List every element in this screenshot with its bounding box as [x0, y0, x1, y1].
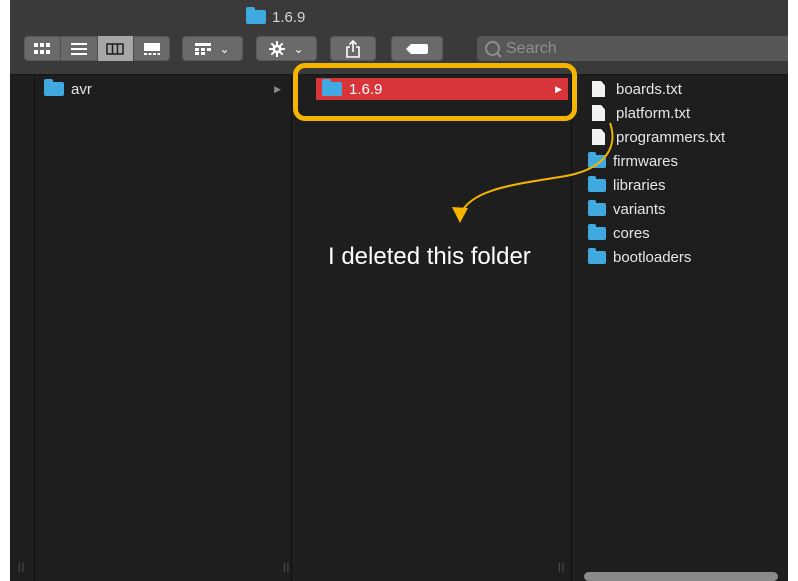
- list-item-label: variants: [613, 200, 666, 218]
- window-title: 1.6.9: [246, 6, 305, 28]
- share-icon: [346, 39, 360, 58]
- gallery-view-button[interactable]: [134, 36, 170, 61]
- list-item-label: libraries: [613, 176, 666, 194]
- view-mode-segmented-control: [24, 36, 170, 61]
- folder-icon: [588, 247, 606, 264]
- search-placeholder: Search: [506, 39, 557, 57]
- horizontal-scrollbar[interactable]: [584, 572, 778, 581]
- folder-icon: [246, 7, 266, 24]
- list-item-label: bootloaders: [613, 248, 692, 266]
- list-item-platform-txt[interactable]: platform.txt: [592, 102, 782, 124]
- search-field[interactable]: Search: [477, 36, 788, 61]
- list-item-programmers-txt[interactable]: programmers.txt: [592, 126, 782, 148]
- column-sidebar-edge: ||: [10, 75, 35, 581]
- group-by-button[interactable]: ⌄: [182, 36, 243, 61]
- icon-view-icon: [33, 42, 50, 54]
- chevron-down-icon: ⌄: [293, 41, 304, 56]
- column-resize-handle[interactable]: ||: [283, 562, 290, 573]
- tag-icon: [406, 43, 428, 54]
- list-item-label: boards.txt: [616, 80, 682, 98]
- column-view-icon: [106, 42, 125, 55]
- list-item-avr[interactable]: avr ▶: [37, 78, 287, 100]
- group-icon: [195, 42, 212, 55]
- gear-icon: [269, 40, 286, 57]
- list-item-boards-txt[interactable]: boards.txt: [592, 78, 782, 100]
- chevron-down-icon: ⌄: [219, 41, 230, 56]
- search-icon: [485, 41, 500, 56]
- list-item-bootloaders[interactable]: bootloaders: [588, 246, 782, 268]
- window-title-label: 1.6.9: [272, 8, 306, 26]
- document-icon: [592, 81, 605, 97]
- list-item-label: firmwares: [613, 152, 679, 170]
- list-item-label: programmers.txt: [616, 128, 726, 146]
- gallery-view-icon: [144, 42, 161, 55]
- annotation-highlight-box: [293, 63, 577, 121]
- column-view-button[interactable]: [97, 36, 135, 61]
- share-button[interactable]: [330, 36, 376, 61]
- action-button[interactable]: ⌄: [256, 36, 317, 61]
- tag-button[interactable]: [391, 36, 443, 61]
- list-item-label: platform.txt: [616, 104, 691, 122]
- list-view-button[interactable]: [61, 36, 98, 61]
- folder-icon: [44, 79, 64, 96]
- icon-view-button[interactable]: [24, 36, 61, 61]
- column-resize-handle[interactable]: ||: [18, 562, 25, 573]
- annotation-arrow-icon: [452, 122, 614, 223]
- list-item-label: avr: [71, 80, 92, 98]
- list-view-icon: [70, 42, 87, 55]
- annotation-text: I deleted this folder: [328, 243, 531, 270]
- column-resize-handle[interactable]: ||: [558, 562, 565, 573]
- column-avr-parent: avr ▶ ||: [35, 75, 292, 581]
- disclosure-arrow-icon: ▶: [274, 83, 281, 94]
